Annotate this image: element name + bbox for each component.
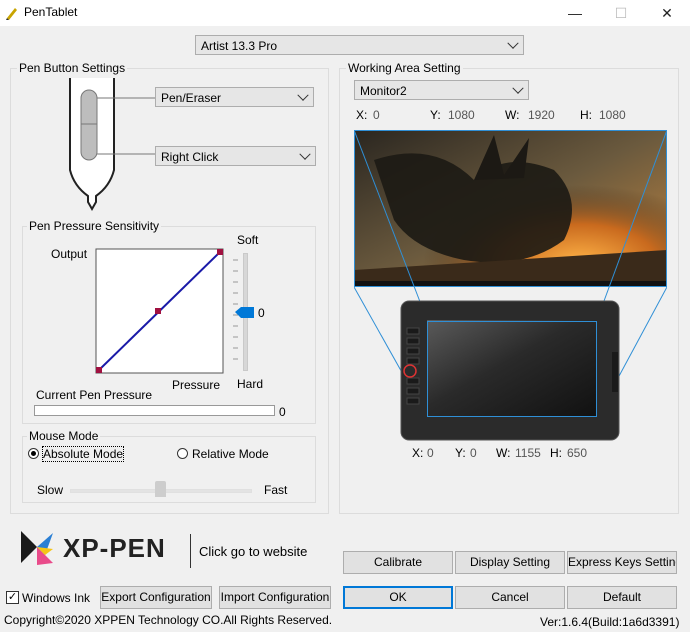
screen-y-label: Y: (430, 108, 441, 122)
screen-h-value: 1080 (599, 108, 626, 122)
pressure-slider-value: 0 (258, 306, 265, 320)
default-button[interactable]: Default (567, 586, 677, 609)
screen-x-label: X: (356, 108, 368, 122)
pen-button-2-select[interactable]: Right Click (155, 146, 316, 166)
tablet-area-readout: X: 0 Y: 0 W: 1155 H: 650 (412, 446, 672, 462)
chevron-down-icon (512, 82, 524, 94)
express-keys-setting-button[interactable]: Express Keys Setting (567, 551, 677, 574)
tablet-w-label: W: (496, 446, 511, 460)
pen-button-settings-label: Pen Button Settings (17, 61, 128, 75)
output-label: Output (51, 247, 88, 261)
maximize-button[interactable]: ☐ (598, 0, 644, 26)
curve-point[interactable] (217, 249, 223, 255)
tablet-h-label: H: (550, 446, 562, 460)
xppen-logo-icon[interactable] (17, 527, 57, 569)
pen-button-2-value: Right Click (161, 150, 219, 164)
tablet-y-label: Y: (455, 446, 466, 460)
device-select[interactable]: Artist 13.3 Pro (195, 35, 524, 55)
chevron-down-icon (299, 148, 311, 160)
brand-divider (190, 534, 191, 568)
slow-label: Slow (37, 483, 64, 497)
chevron-down-icon (507, 37, 519, 49)
tablet-w-value: 1155 (515, 446, 541, 460)
pentablet-app-icon (6, 8, 17, 20)
absolute-mode-radio[interactable] (28, 448, 39, 459)
title-bar: PenTablet — ☐ ✕ (0, 0, 690, 26)
tablet-x-label: X: (412, 446, 424, 460)
tablet-x-value: 0 (427, 446, 434, 460)
display-setting-button[interactable]: Display Setting (455, 551, 565, 574)
curve-point[interactable] (155, 308, 161, 314)
tablet-y-value: 0 (470, 446, 477, 460)
screen-x-value: 0 (373, 108, 380, 122)
windows-ink-label[interactable]: Windows Ink (22, 591, 90, 605)
current-pressure-bar (34, 405, 275, 416)
current-pressure-label: Current Pen Pressure (36, 388, 153, 402)
website-link[interactable]: Click go to website (199, 544, 307, 559)
curve-point[interactable] (96, 367, 102, 373)
screen-area-readout: X: 0 Y: 1080 W: 1920 H: 1080 (356, 108, 676, 124)
device-select-value: Artist 13.3 Pro (201, 39, 278, 53)
screen-h-label: H: (580, 108, 592, 122)
mouse-mode-label: Mouse Mode (27, 429, 101, 443)
pen-illustration-icon (69, 78, 156, 212)
mouse-speed-slider-thumb[interactable] (155, 481, 166, 497)
current-pressure-value: 0 (279, 405, 286, 419)
tablet-active-area[interactable] (427, 321, 597, 417)
pressure-axis-label: Pressure (172, 378, 221, 392)
copyright-text: Copyright©2020 XPPEN Technology CO.All R… (4, 613, 333, 627)
working-area-label: Working Area Setting (346, 61, 463, 75)
pressure-slider-thumb[interactable] (234, 306, 256, 319)
relative-mode-radio[interactable] (177, 448, 188, 459)
pen-button-1-select[interactable]: Pen/Eraser (155, 87, 314, 107)
close-button[interactable]: ✕ (644, 0, 690, 26)
import-configuration-button[interactable]: Import Configuration (219, 586, 331, 609)
pen-button-1-value: Pen/Eraser (161, 91, 222, 105)
minimize-button[interactable]: — (552, 0, 598, 26)
windows-ink-checkbox[interactable]: ✓ (6, 591, 19, 604)
cancel-button[interactable]: Cancel (455, 586, 565, 609)
fast-label: Fast (264, 483, 288, 497)
tablet-h-value: 650 (567, 446, 588, 460)
chevron-down-icon (297, 89, 309, 101)
ok-button[interactable]: OK (343, 586, 453, 609)
screen-w-label: W: (505, 108, 520, 122)
calibrate-button[interactable]: Calibrate (343, 551, 453, 574)
xppen-wordmark[interactable]: XP-PEN (63, 533, 166, 564)
pressure-group-label: Pen Pressure Sensitivity (27, 219, 162, 233)
relative-mode-label[interactable]: Relative Mode (192, 447, 269, 461)
hard-label: Hard (237, 377, 264, 391)
screen-y-value: 1080 (448, 108, 475, 122)
version-text: Ver:1.6.4(Build:1a6d3391) (540, 615, 680, 629)
pressure-curve-graph[interactable] (95, 248, 225, 375)
soft-label: Soft (237, 233, 259, 247)
absolute-mode-label[interactable]: Absolute Mode (41, 446, 125, 462)
screen-w-value: 1920 (528, 108, 555, 122)
monitor-select[interactable]: Monitor2 (354, 80, 529, 100)
window-title: PenTablet (24, 5, 78, 19)
monitor-select-value: Monitor2 (360, 84, 407, 98)
export-configuration-button[interactable]: Export Configuration (100, 586, 212, 609)
